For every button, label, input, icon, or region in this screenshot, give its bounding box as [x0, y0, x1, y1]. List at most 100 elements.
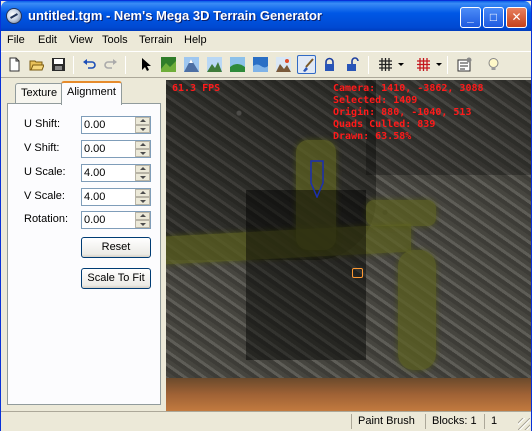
lock-button[interactable] [320, 55, 339, 74]
paint-brush-icon [303, 58, 314, 72]
hud-origin: Origin: 880, -1040, 513 [333, 107, 472, 118]
terrain-tool-2-button[interactable] [182, 55, 201, 74]
rotation-label: Rotation: [24, 213, 69, 225]
app-icon[interactable] [6, 8, 22, 24]
spin-up-icon[interactable] [135, 189, 150, 197]
u-shift-spinner[interactable] [135, 117, 150, 133]
spin-down-icon[interactable] [135, 197, 150, 205]
app-window: untitled.tgm - Nem's Mega 3D Terrain Gen… [0, 0, 532, 431]
paint-brush-button[interactable] [297, 55, 316, 74]
grid-red-dropdown-icon[interactable] [436, 63, 442, 66]
toolbar-separator [368, 56, 369, 74]
spin-up-icon[interactable] [135, 141, 150, 149]
menu-terrain[interactable]: Terrain [139, 34, 173, 46]
menu-edit[interactable]: Edit [38, 34, 57, 46]
title-bar[interactable]: untitled.tgm - Nem's Mega 3D Terrain Gen… [1, 1, 531, 31]
open-file-button[interactable] [27, 55, 46, 74]
terrain-tool-4-icon [230, 57, 245, 72]
grid-dropdown-icon[interactable] [398, 63, 404, 66]
unlock-icon [347, 57, 359, 71]
spin-down-icon[interactable] [135, 220, 150, 228]
properties-button[interactable] [455, 55, 474, 74]
grid-red-button[interactable] [414, 55, 433, 74]
toolbar-separator [73, 56, 74, 74]
camera-marker-icon [310, 160, 324, 198]
redo-button[interactable] [101, 55, 120, 74]
lightbulb-icon [488, 58, 499, 70]
new-file-button[interactable] [5, 55, 24, 74]
undo-button[interactable] [80, 55, 99, 74]
v-shift-spinner[interactable] [135, 141, 150, 157]
select-arrow-icon [142, 58, 151, 71]
terrain-tool-5-icon [253, 57, 268, 72]
new-file-icon [9, 57, 20, 72]
close-button[interactable]: ✕ [506, 7, 527, 28]
resize-grip-icon[interactable] [518, 418, 530, 430]
maximize-icon: □ [489, 10, 498, 24]
spin-down-icon[interactable] [135, 149, 150, 157]
terrain-tool-5-button[interactable] [251, 55, 270, 74]
selection-marker-icon [352, 268, 363, 278]
reset-button[interactable]: Reset [81, 237, 151, 258]
menu-help[interactable]: Help [184, 34, 207, 46]
spin-up-icon[interactable] [135, 212, 150, 220]
close-icon: ✕ [511, 10, 522, 24]
v-scale-label: V Scale: [24, 190, 65, 202]
tab-texture[interactable]: Texture [15, 83, 64, 103]
toolbar [1, 51, 531, 78]
fps-readout: 61.3 FPS [172, 83, 221, 94]
v-scale-spinner[interactable] [135, 189, 150, 205]
v-shift-value: 0.00 [84, 143, 106, 155]
v-scale-value: 4.00 [84, 191, 106, 203]
minimize-button[interactable]: _ [460, 7, 481, 28]
properties-icon [457, 57, 472, 72]
terrain-tool-4-button[interactable] [228, 55, 247, 74]
u-scale-spinner[interactable] [135, 165, 150, 181]
terrain-tool-1-button[interactable] [159, 55, 178, 74]
hud-drawn: Drawn: 63.58% [333, 131, 412, 142]
lock-icon [325, 57, 334, 71]
tab-alignment[interactable]: Alignment [61, 81, 122, 105]
maximize-button[interactable]: □ [483, 7, 504, 28]
spin-down-icon[interactable] [135, 173, 150, 181]
window-title: untitled.tgm - Nem's Mega 3D Terrain Gen… [28, 8, 322, 23]
v-scale-input[interactable]: 4.00 [81, 188, 151, 206]
redo-icon [104, 59, 117, 69]
menu-view[interactable]: View [69, 34, 93, 46]
u-scale-label: U Scale: [24, 166, 66, 178]
terrain-viewport[interactable]: 61.3 FPS Camera: 1410, -3862, 3088 Selec… [166, 80, 531, 411]
grid-icon [379, 58, 392, 71]
terrain-tool-6-icon [276, 57, 291, 72]
u-scale-value: 4.00 [84, 167, 106, 179]
menu-file[interactable]: File [7, 34, 25, 46]
save-button[interactable] [49, 55, 68, 74]
spin-down-icon[interactable] [135, 125, 150, 133]
save-disk-icon [52, 58, 65, 71]
v-shift-input[interactable]: 0.00 [81, 140, 151, 158]
minimize-icon: _ [467, 10, 474, 24]
grass-patch [398, 250, 436, 370]
terrain-tool-3-button[interactable] [205, 55, 224, 74]
status-count: 1 [484, 414, 497, 429]
terrain-tool-2-icon [184, 57, 199, 72]
unlock-button[interactable] [343, 55, 362, 74]
camera-hud: Camera: 1410, -3862, 3088 Selected: 1409… [333, 83, 484, 143]
menu-tools[interactable]: Tools [102, 34, 128, 46]
select-tool-button[interactable] [136, 55, 155, 74]
hud-selected: Selected: 1409 [333, 95, 418, 106]
scale-to-fit-button[interactable]: Scale To Fit [81, 268, 151, 289]
grid-button[interactable] [376, 55, 395, 74]
u-scale-input[interactable]: 4.00 [81, 164, 151, 182]
rotation-input[interactable]: 0.00 [81, 211, 151, 229]
rotation-spinner[interactable] [135, 212, 150, 228]
u-shift-input[interactable]: 0.00 [81, 116, 151, 134]
grid-red-icon [417, 58, 430, 71]
status-tool: Paint Brush [351, 414, 415, 429]
spin-up-icon[interactable] [135, 117, 150, 125]
alignment-page: U Shift: 0.00 V Shift: 0.00 U Scale: 4.0… [7, 103, 161, 405]
v-shift-label: V Shift: [24, 142, 60, 154]
lightbulb-button[interactable] [484, 55, 503, 74]
terrain-tool-6-button[interactable] [274, 55, 293, 74]
spin-up-icon[interactable] [135, 165, 150, 173]
grass-patch [366, 200, 436, 226]
